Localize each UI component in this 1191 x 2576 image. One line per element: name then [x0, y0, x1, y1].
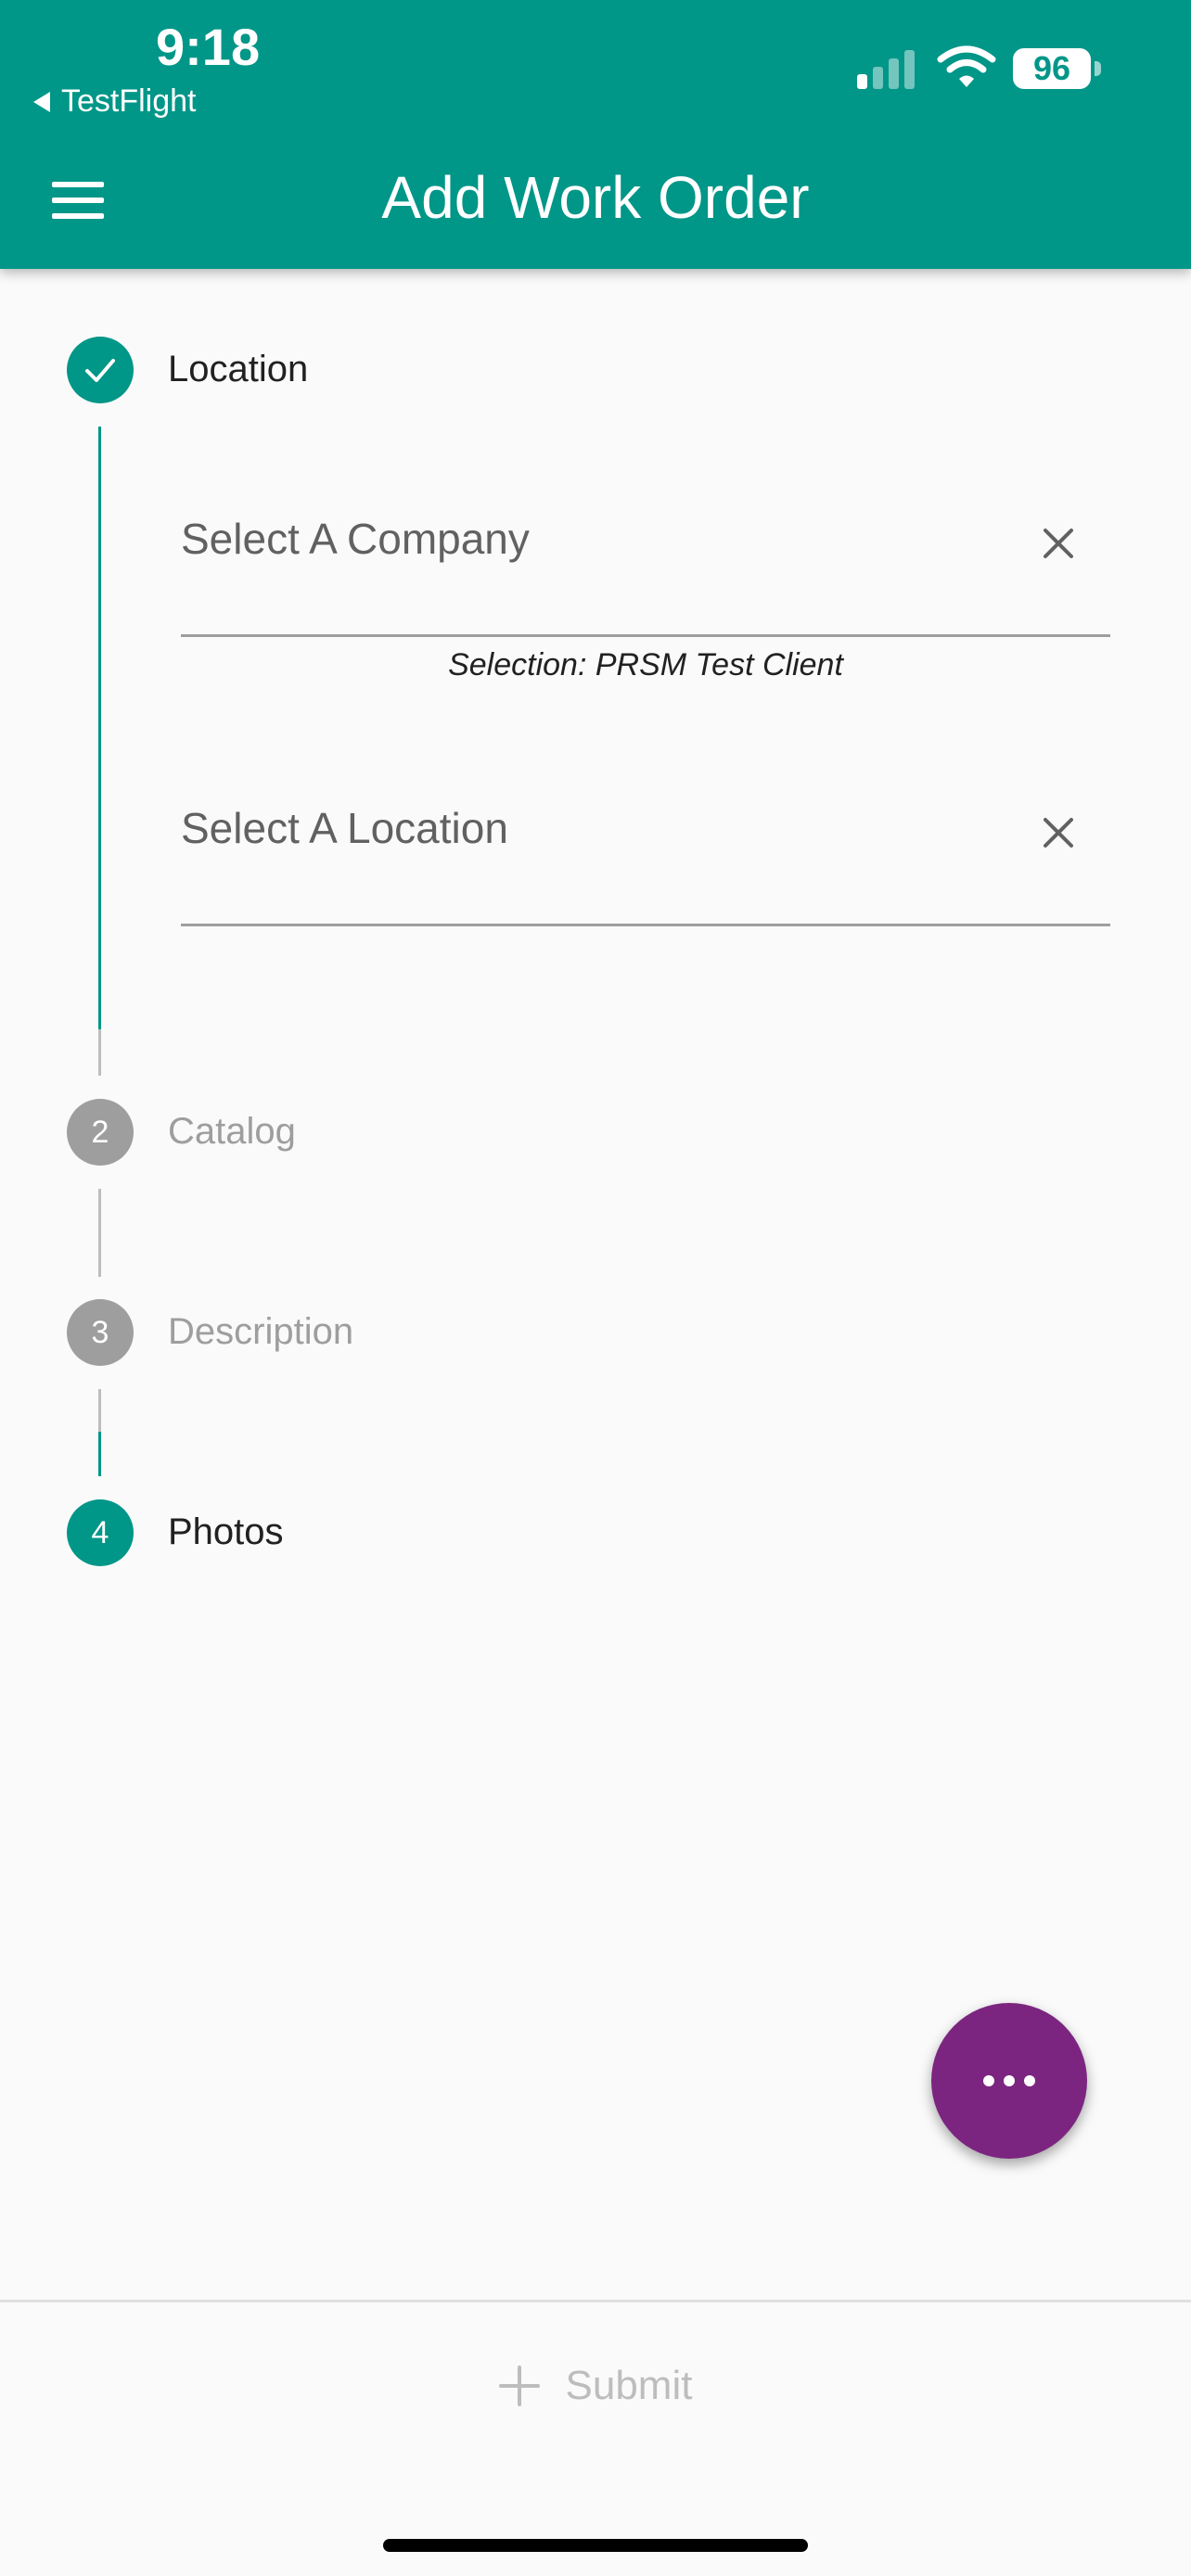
more-horizontal-icon — [983, 2075, 994, 2086]
battery-indicator: 96 — [1013, 48, 1091, 89]
battery-tip — [1095, 61, 1101, 76]
step-1-connector-tail — [98, 1029, 101, 1076]
step-3-number[interactable]: 3 — [67, 1299, 134, 1366]
step-2-connector — [98, 1189, 101, 1277]
submit-button[interactable]: Submit — [0, 2363, 1191, 2409]
step-4-label[interactable]: Photos — [168, 1510, 284, 1554]
step-2-label[interactable]: Catalog — [168, 1109, 296, 1154]
footer-divider — [0, 2300, 1191, 2302]
step-3-connector-active — [98, 1432, 101, 1476]
wifi-icon — [937, 45, 996, 87]
submit-label: Submit — [565, 2363, 693, 2408]
step-1-connector — [98, 427, 101, 1029]
step-1-check-icon[interactable] — [67, 337, 134, 403]
cellular-signal-icon — [857, 50, 915, 89]
back-to-app-link[interactable]: TestFlight — [33, 83, 197, 120]
location-select-label: Select A Location — [181, 804, 508, 852]
step-3-connector — [98, 1389, 101, 1432]
app-bar: 9:18 TestFlight 96 Add Work Order — [0, 0, 1191, 269]
back-arrow-icon — [33, 91, 50, 112]
step-4-number[interactable]: 4 — [67, 1499, 134, 1566]
clear-company-close-icon[interactable] — [1040, 525, 1077, 562]
more-actions-fab[interactable] — [931, 2003, 1087, 2159]
company-select-field[interactable]: Select A Company — [181, 458, 1110, 637]
page-title: Add Work Order — [381, 164, 810, 231]
location-select-field[interactable]: Select A Location — [181, 747, 1110, 926]
step-1-label[interactable]: Location — [168, 347, 308, 391]
back-app-label: TestFlight — [61, 83, 197, 119]
plus-icon — [498, 2366, 540, 2406]
status-time: 9:18 — [156, 18, 261, 76]
company-selection-text: Selection: PRSM Test Client — [448, 647, 843, 682]
company-select-label: Select A Company — [181, 515, 530, 563]
step-2-number[interactable]: 2 — [67, 1099, 134, 1166]
home-indicator[interactable] — [383, 2539, 808, 2552]
clear-location-close-icon[interactable] — [1040, 814, 1077, 851]
step-3-label[interactable]: Description — [168, 1309, 353, 1354]
